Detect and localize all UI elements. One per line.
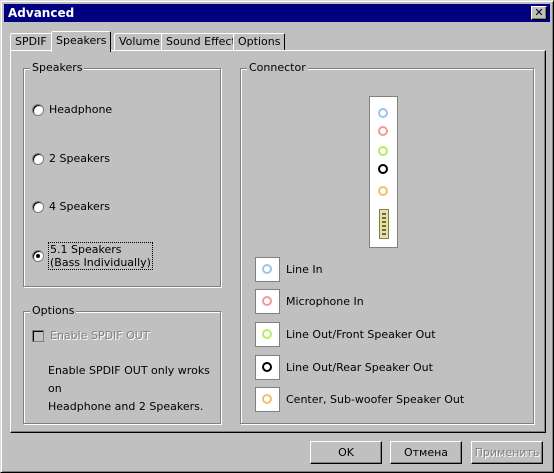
radio-5-1-speakers-button[interactable] [32, 250, 44, 262]
close-button[interactable]: ✕ [531, 6, 547, 20]
connector-group-title: Connector [247, 61, 308, 75]
cancel-button[interactable]: Отмена [390, 441, 462, 464]
microphone-in-ring-icon [262, 296, 272, 306]
radio-5-1-speakers-label: 5.1 Speakers (Bass Individually) [48, 242, 153, 270]
enable-spdif-out-label: Enable SPDIF OUT [50, 329, 150, 342]
radio-2-speakers-button[interactable] [32, 152, 44, 165]
line-in-ring-icon [262, 264, 272, 274]
rear-speaker-jack-icon [378, 164, 388, 174]
window-title: Advanced [8, 6, 75, 20]
spdif-note: Enable SPDIF OUT only wroks on Headphone… [48, 362, 220, 416]
front-speaker-out-ring-icon [262, 329, 272, 339]
radio-headphone-label: Headphone [49, 103, 113, 116]
radio-2-speakers[interactable]: 2 Speakers [32, 152, 110, 165]
tab-speakers[interactable]: Speakers [51, 31, 112, 52]
spdif-note-line2: Headphone and 2 Speakers. [48, 400, 204, 413]
radio-4-speakers-button[interactable] [32, 200, 44, 213]
close-icon: ✕ [534, 6, 544, 19]
radio-4-speakers-label: 4 Speakers [49, 200, 110, 213]
legend-center-subwoofer-out: Center, Sub-woofer Speaker Out [255, 387, 464, 412]
tab-spdif[interactable]: SPDIF [10, 33, 52, 51]
center-subwoofer-out-ring-icon [262, 394, 272, 404]
speakers-group: Speakers Headphone 2 Speakers 4 Speakers… [23, 61, 221, 287]
game-port-connector-icon [379, 209, 389, 239]
legend-line-in: Line In [255, 257, 323, 282]
legend-line-in-swatch [255, 257, 280, 282]
radio-5-1-line1: 5.1 Speakers [50, 243, 122, 256]
legend-microphone-in: Microphone In [255, 289, 364, 314]
microphone-in-jack-icon [378, 126, 388, 136]
legend-center-subwoofer-out-label: Center, Sub-woofer Speaker Out [286, 393, 465, 406]
legend-rear-speaker-out-swatch [255, 355, 280, 380]
rear-speaker-out-ring-icon [262, 362, 272, 372]
apply-button[interactable]: Применить [471, 441, 543, 464]
ok-button[interactable]: OK [310, 441, 382, 464]
radio-headphone-button[interactable] [32, 103, 44, 116]
enable-spdif-out-checkbox [32, 329, 44, 342]
advanced-dialog: Advanced ✕ SPDIF Speakers Volume Sound E… [0, 0, 554, 473]
legend-rear-speaker-out: Line Out/Rear Speaker Out [255, 355, 433, 380]
legend-front-speaker-out-label: Line Out/Front Speaker Out [286, 328, 436, 341]
options-group: Options Enable SPDIF OUT Enable SPDIF OU… [23, 304, 221, 424]
spdif-note-line1: Enable SPDIF OUT only wroks on [48, 364, 210, 395]
tab-volume[interactable]: Volume [114, 33, 165, 51]
enable-spdif-out-row: Enable SPDIF OUT [32, 329, 150, 342]
radio-2-speakers-label: 2 Speakers [49, 152, 110, 165]
legend-center-subwoofer-out-swatch [255, 387, 280, 412]
legend-front-speaker-out: Line Out/Front Speaker Out [255, 322, 436, 347]
legend-line-in-label: Line In [286, 263, 323, 276]
line-in-jack-icon [378, 108, 388, 118]
radio-headphone[interactable]: Headphone [32, 103, 112, 116]
legend-microphone-in-label: Microphone In [286, 295, 364, 308]
front-speaker-jack-icon [378, 146, 388, 156]
tab-sound-effect[interactable]: Sound Effect [161, 33, 241, 51]
options-group-title: Options [30, 304, 77, 318]
center-subwoofer-jack-icon [378, 186, 388, 196]
legend-rear-speaker-out-label: Line Out/Rear Speaker Out [286, 361, 433, 374]
legend-front-speaker-out-swatch [255, 322, 280, 347]
legend-microphone-in-swatch [255, 289, 280, 314]
radio-5-1-line2: (Bass Individually) [50, 256, 151, 269]
radio-5-1-speakers[interactable]: 5.1 Speakers (Bass Individually) [32, 242, 153, 270]
title-bar[interactable]: Advanced ✕ [4, 4, 550, 22]
speakers-group-title: Speakers [30, 61, 85, 75]
tab-options[interactable]: Options [233, 33, 286, 51]
speakers-tab-panel: Speakers Headphone 2 Speakers 4 Speakers… [10, 50, 546, 433]
jack-panel-image [369, 96, 398, 248]
radio-4-speakers[interactable]: 4 Speakers [32, 200, 110, 213]
connector-group: Connector Line In Microphone In Line Out… [240, 61, 534, 424]
